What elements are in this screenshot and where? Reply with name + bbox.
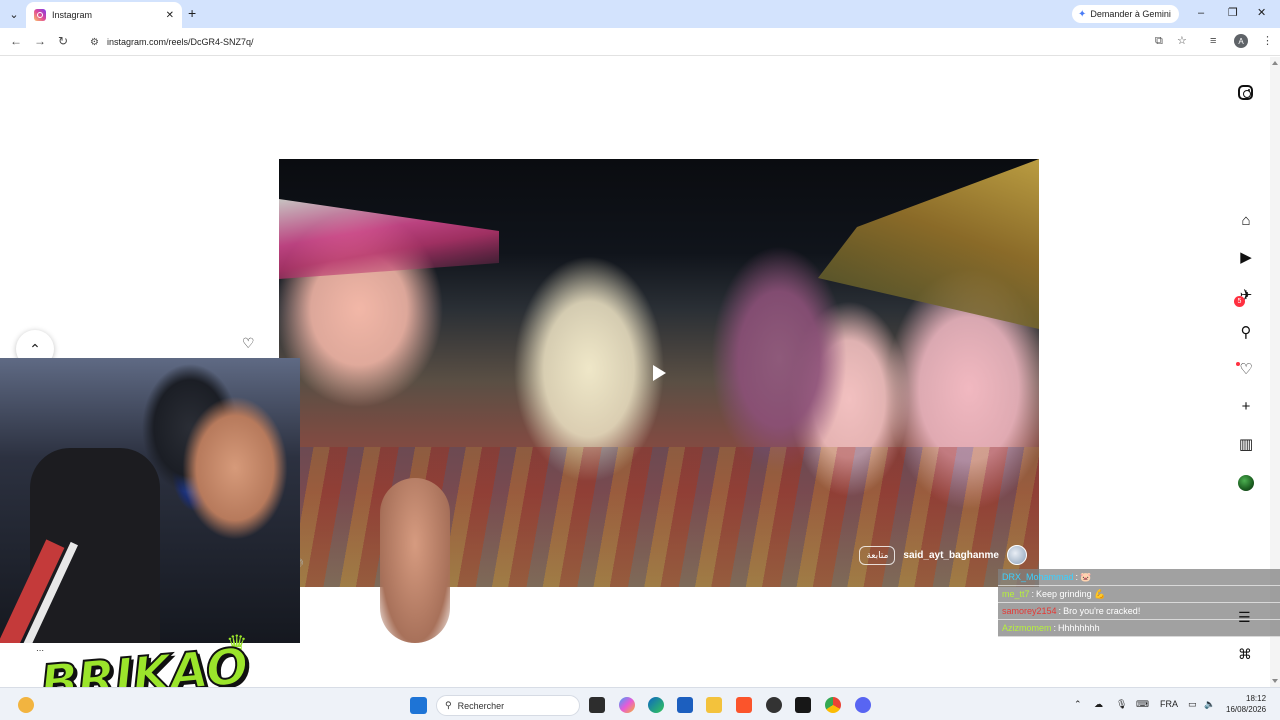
- gemini-spark-icon: ✦: [1078, 8, 1087, 20]
- bookmark-star-icon[interactable]: ☆: [1177, 34, 1187, 48]
- profile-avatar[interactable]: A: [1234, 34, 1248, 48]
- video-scene-tent-right: [818, 159, 1039, 329]
- weather-icon[interactable]: [18, 697, 34, 713]
- cloud-offline-icon[interactable]: ☁: [1094, 699, 1103, 710]
- system-clock[interactable]: 18:12 16/08/2026: [1226, 693, 1266, 715]
- messages-badge: 5: [1234, 296, 1245, 307]
- reload-button[interactable]: ↻: [58, 34, 68, 48]
- gemini-button[interactable]: ✦ Demander à Gemini: [1072, 5, 1179, 23]
- tab-title: Instagram: [52, 10, 93, 20]
- close-tab-icon[interactable]: ✕: [166, 10, 174, 21]
- minimize-window-button[interactable]: –: [1198, 6, 1204, 20]
- keyboard-icon[interactable]: ⌨: [1136, 699, 1149, 710]
- windows-taskbar: ⚲ Rechercher ⌃ ☁ 🎙 ⌨ FRA ▭ 🔈 18:12 16/08…: [0, 687, 1280, 720]
- reel-owner: متابعة said_ayt_baghanme: [859, 545, 1027, 565]
- chat-text: Hhhhhhhh: [1058, 623, 1100, 633]
- tab-instagram[interactable]: Instagram ✕: [26, 2, 182, 28]
- streamer-webcam: [0, 358, 300, 643]
- clock-date: 16/08/2026: [1226, 705, 1267, 714]
- more-menu-icon[interactable]: ☰: [1238, 609, 1251, 626]
- chat-separator: :: [1031, 589, 1035, 599]
- brave-icon[interactable]: [736, 697, 752, 713]
- url-text: instagram.com/reels/DcGR4-SNZ7q/: [106, 37, 254, 47]
- like-heart-icon[interactable]: ♡: [242, 335, 255, 352]
- chat-username: DRX_Mohammad: [1002, 572, 1074, 582]
- notification-dot: [1236, 362, 1240, 366]
- chat-username: samorey2154: [1002, 606, 1057, 616]
- chat-text: Bro you're cracked!: [1063, 606, 1141, 616]
- home-icon[interactable]: ⌂: [1237, 212, 1255, 230]
- taskbar-search[interactable]: ⚲ Rechercher: [436, 695, 580, 716]
- tab-strip: ⌄ Instagram ✕ + ✦ Demander à Gemini – ❐ …: [0, 0, 1280, 28]
- new-tab-button[interactable]: +: [188, 5, 196, 21]
- edge-icon[interactable]: [648, 697, 664, 713]
- gemini-label: Demander à Gemini: [1090, 9, 1171, 19]
- video-scene-tent-left: [279, 199, 499, 279]
- dashboard-icon[interactable]: ▥: [1237, 436, 1255, 454]
- chat-separator: :: [1058, 606, 1062, 616]
- reading-list-icon[interactable]: ≡: [1210, 34, 1216, 48]
- forward-button[interactable]: →: [34, 34, 46, 48]
- follow-button[interactable]: متابعة: [859, 545, 896, 565]
- search-glass-icon: ⚲: [445, 700, 452, 710]
- reel-username[interactable]: said_ayt_baghanme: [903, 550, 999, 561]
- copilot-icon[interactable]: [619, 697, 635, 713]
- obs-icon[interactable]: [766, 697, 782, 713]
- streaming-app-icon[interactable]: [795, 697, 811, 713]
- chat-text: Keep grinding 💪: [1036, 588, 1106, 599]
- site-info-icon[interactable]: ⚙: [90, 37, 99, 48]
- play-icon[interactable]: [653, 365, 666, 381]
- chrome-icon[interactable]: [825, 697, 841, 713]
- instagram-favicon-icon: [34, 9, 46, 21]
- clock-time: 18:12: [1246, 694, 1267, 703]
- discord-icon[interactable]: [855, 697, 871, 713]
- start-windows-icon[interactable]: [410, 697, 427, 714]
- taskbar-search-label: Rechercher: [457, 700, 505, 711]
- file-explorer-icon[interactable]: [706, 697, 722, 713]
- create-plus-icon[interactable]: +: [1237, 398, 1255, 416]
- chat-separator: :: [1053, 623, 1057, 633]
- chat-separator: :: [1075, 572, 1079, 582]
- instagram-logo-icon[interactable]: [1238, 85, 1253, 100]
- chat-text: 🐷: [1080, 571, 1092, 582]
- install-app-icon[interactable]: ⧉: [1155, 34, 1163, 48]
- language-indicator[interactable]: FRA: [1160, 699, 1178, 709]
- browser-toolbar: ← → ↻ ⚙ instagram.com/reels/DcGR4-SNZ7q/…: [0, 28, 1280, 56]
- task-view-icon[interactable]: [589, 697, 605, 713]
- address-bar[interactable]: ⚙ instagram.com/reels/DcGR4-SNZ7q/: [82, 31, 1202, 53]
- stream-chat: DRX_Mohammad: 🐷 me_tt7: Keep grinding 💪 samo…: [998, 569, 1280, 637]
- search-icon[interactable]: ⚲: [1237, 324, 1255, 342]
- chat-message: me_tt7: Keep grinding 💪: [998, 586, 1280, 603]
- chat-username: Azizmomem: [1002, 623, 1052, 633]
- close-window-button[interactable]: ✕: [1257, 6, 1266, 20]
- reels-icon[interactable]: ▶: [1237, 249, 1255, 267]
- restore-window-button[interactable]: ❐: [1228, 6, 1238, 20]
- volume-tray-icon[interactable]: 🔈: [1204, 699, 1215, 710]
- chat-message: DRX_Mohammad: 🐷: [998, 569, 1280, 586]
- streamer-hand: [380, 478, 450, 643]
- back-button[interactable]: ←: [10, 34, 22, 48]
- profile-globe-icon[interactable]: [1238, 475, 1254, 491]
- owner-avatar[interactable]: [1007, 545, 1027, 565]
- microphone-icon[interactable]: 🎙: [1116, 699, 1127, 710]
- also-from-meta-icon[interactable]: ⌘: [1238, 646, 1252, 663]
- network-icon[interactable]: ▭: [1188, 699, 1197, 710]
- chat-username: me_tt7: [1002, 589, 1030, 599]
- tray-overflow-icon[interactable]: ⌃: [1074, 699, 1082, 710]
- store-icon[interactable]: [677, 697, 693, 713]
- tab-search-button[interactable]: ⌄: [4, 4, 24, 24]
- browser-menu-icon[interactable]: ⋮: [1262, 34, 1273, 48]
